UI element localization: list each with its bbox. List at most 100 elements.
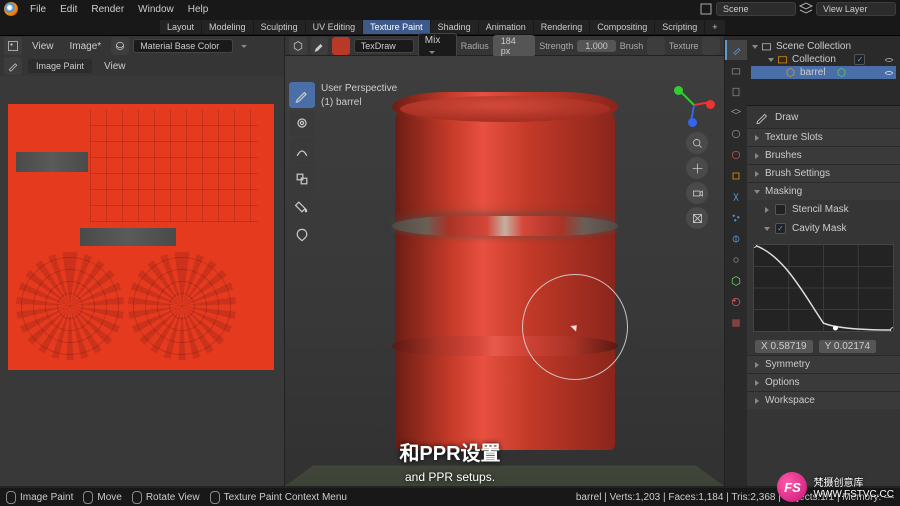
image-menu-image[interactable]: Image*	[64, 39, 108, 54]
cavity-mask-row[interactable]: Cavity Mask	[747, 219, 900, 238]
viewport-editor-icon[interactable]	[289, 37, 307, 55]
menu-edit[interactable]: Edit	[54, 2, 83, 17]
ptab-scene[interactable]	[725, 124, 747, 144]
nav-persp[interactable]	[686, 207, 708, 229]
section-masking[interactable]: Masking	[747, 182, 900, 200]
ptab-constraint[interactable]	[725, 250, 747, 270]
tool-fill[interactable]	[289, 194, 315, 220]
texture-slot-icon[interactable]	[702, 37, 720, 55]
image-mode-select[interactable]: Image Paint	[28, 59, 92, 73]
tool-shelf	[289, 82, 315, 248]
viewlayer-selector[interactable]: View Layer	[816, 2, 896, 16]
ptab-viewlayer[interactable]	[725, 103, 747, 123]
tab-uvediting[interactable]: UV Editing	[306, 20, 363, 34]
curve-y-value[interactable]: Y 0.02174	[819, 340, 876, 353]
scene-selector[interactable]: Scene	[716, 2, 796, 16]
paint-mode-icon[interactable]	[4, 57, 22, 75]
stencil-checkbox[interactable]	[775, 204, 786, 215]
section-texture-slots[interactable]: Texture Slots	[747, 128, 900, 146]
collection-enable-checkbox[interactable]	[854, 54, 865, 65]
tool-soften[interactable]	[289, 110, 315, 136]
section-options[interactable]: Options	[747, 373, 900, 391]
outliner[interactable]: Scene Collection Collection barrel	[747, 36, 900, 106]
section-workspace[interactable]: Workspace	[747, 391, 900, 409]
uv-island-side	[90, 110, 258, 222]
outliner-object-barrel[interactable]: barrel	[751, 66, 896, 79]
section-brush-settings[interactable]: Brush Settings	[747, 164, 900, 182]
tool-mask[interactable]	[289, 222, 315, 248]
editor-type-icon[interactable]	[4, 37, 22, 55]
strength-field[interactable]: 1.000	[577, 40, 616, 52]
curve-x-value[interactable]: X 0.58719	[755, 340, 813, 353]
cavity-curve[interactable]	[753, 244, 894, 332]
brush-tex-icon[interactable]	[647, 37, 665, 55]
uv-canvas[interactable]	[0, 76, 284, 486]
tool-clone[interactable]	[289, 166, 315, 192]
tab-modeling[interactable]: Modeling	[202, 20, 253, 34]
nav-gizmo[interactable]	[672, 82, 716, 126]
ptab-tool[interactable]	[725, 40, 747, 60]
tab-sculpting[interactable]: Sculpting	[254, 20, 305, 34]
ptab-physics[interactable]	[725, 229, 747, 249]
status-context-menu: Texture Paint Context Menu	[210, 491, 347, 504]
brush-name-field[interactable]: TexDraw	[354, 39, 414, 53]
object-label: (1) barrel	[321, 96, 397, 110]
watermark-logo-icon: FS	[777, 472, 807, 502]
stencil-mask-row[interactable]: Stencil Mask	[747, 200, 900, 219]
tab-add[interactable]: +	[705, 20, 724, 34]
outliner-scene-collection[interactable]: Scene Collection	[751, 40, 896, 53]
tool-smear[interactable]	[289, 138, 315, 164]
ptab-data[interactable]	[725, 271, 747, 291]
tab-shading[interactable]: Shading	[431, 20, 478, 34]
brush-color-swatch[interactable]	[332, 37, 350, 55]
curve-values: X 0.58719 Y 0.02174	[747, 338, 900, 355]
uv-island-cap2	[128, 252, 236, 360]
nav-camera[interactable]	[686, 182, 708, 204]
menu-help[interactable]: Help	[182, 2, 215, 17]
tool-draw[interactable]	[289, 82, 315, 108]
tab-compositing[interactable]: Compositing	[590, 20, 654, 34]
nav-pan[interactable]	[686, 157, 708, 179]
image-view-menu[interactable]: View	[98, 59, 132, 74]
ptab-output[interactable]	[725, 82, 747, 102]
blend-mode-select[interactable]: Mix	[418, 33, 457, 58]
ptab-world[interactable]	[725, 145, 747, 165]
brush-header-row: Draw	[747, 106, 900, 128]
ptab-render[interactable]	[725, 61, 747, 81]
cavity-checkbox[interactable]	[775, 223, 786, 234]
material-icon[interactable]	[111, 37, 129, 55]
ptab-modifier[interactable]	[725, 187, 747, 207]
watermark-cn: 梵摄创意库	[813, 474, 894, 489]
mouse-left-icon	[6, 491, 16, 504]
nav-zoom[interactable]	[686, 132, 708, 154]
tab-animation[interactable]: Animation	[479, 20, 533, 34]
ptab-particle[interactable]	[725, 208, 747, 228]
material-name-field[interactable]: Material Base Color	[133, 39, 233, 53]
chevron-down-icon	[241, 45, 247, 48]
ptab-material[interactable]	[725, 292, 747, 312]
ptab-texture[interactable]	[725, 313, 747, 333]
tab-texturepaint[interactable]: Texture Paint	[363, 20, 430, 34]
ptab-object[interactable]	[725, 166, 747, 186]
3d-viewport[interactable]: User Perspective (1) barrel	[285, 56, 724, 486]
eye-icon[interactable]	[884, 68, 894, 78]
subtitle-cn: 和PPR设置	[399, 437, 500, 466]
main-area: View Image* Material Base Color Image Pa…	[0, 36, 900, 486]
blender-logo-icon	[4, 2, 18, 16]
section-symmetry[interactable]: Symmetry	[747, 355, 900, 373]
radius-field[interactable]: 184 px	[493, 35, 535, 57]
watermark-url: WWW.FSTVC.CC	[813, 489, 894, 500]
outliner-collection[interactable]: Collection	[751, 53, 896, 66]
brush-preset-icon[interactable]	[311, 37, 329, 55]
scene-icon	[698, 1, 714, 17]
image-menu-view[interactable]: View	[26, 39, 60, 54]
section-brushes[interactable]: Brushes	[747, 146, 900, 164]
menu-render[interactable]: Render	[85, 2, 130, 17]
menu-file[interactable]: File	[24, 2, 52, 17]
tab-scripting[interactable]: Scripting	[655, 20, 704, 34]
menu-window[interactable]: Window	[132, 2, 180, 17]
tab-rendering[interactable]: Rendering	[534, 20, 590, 34]
eye-icon[interactable]	[884, 55, 894, 65]
viewlayer-icon	[798, 1, 814, 17]
tab-layout[interactable]: Layout	[160, 20, 201, 34]
